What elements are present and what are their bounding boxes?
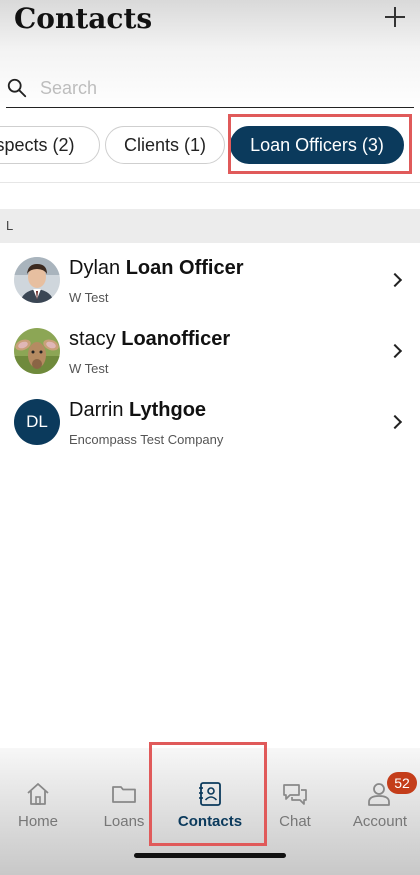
contact-list: Dylan Loan Officer W Test stacy Loanoffi… [0,243,420,456]
nav-label: Chat [279,813,311,830]
nav-item-contacts[interactable]: Contacts [168,778,252,834]
home-indicator[interactable] [134,853,286,858]
nav-label: Loans [103,813,145,830]
contact-first-name: stacy [69,328,116,350]
contact-name: Darrin Lythgoe [69,399,206,422]
list-item[interactable]: DL Darrin Lythgoe Encompass Test Company [0,385,420,456]
notification-badge: 52 [387,772,417,794]
avatar [14,257,60,303]
list-item[interactable]: Dylan Loan Officer W Test [0,243,420,314]
chevron-right-icon [387,272,403,288]
contact-first-name: Darrin [69,399,124,421]
contact-name: Dylan Loan Officer [69,257,244,280]
contacts-book-icon [199,782,221,806]
search-icon [7,78,27,98]
divider [0,182,420,183]
search-bar [6,68,414,108]
avatar-initials: DL [14,399,60,445]
nav-item-home[interactable]: Home [0,778,80,834]
contact-last-name: Loanofficer [121,328,231,350]
filter-chip-prospects[interactable]: ospects (2) [0,126,100,164]
home-icon [27,783,49,805]
contact-first-name: Dylan [69,257,121,279]
nav-label: Contacts [177,813,243,830]
contact-last-name: Lythgoe [129,399,207,421]
contact-company: Encompass Test Company [69,432,224,447]
contact-company: W Test [69,290,109,305]
folder-icon [112,786,136,803]
nav-label: Account [352,813,408,830]
chat-icon [283,784,307,805]
contact-last-name: Loan Officer [125,257,244,279]
contact-name: stacy Loanofficer [69,328,230,351]
avatar-photo-man-icon [14,257,60,303]
filter-chips: ospects (2) Clients (1) Loan Officers (3… [0,126,420,166]
nav-label: Home [17,813,58,830]
chevron-right-icon [387,414,403,430]
add-contact-button[interactable] [384,6,406,28]
avatar-photo-deer-icon [14,328,60,374]
avatar [14,328,60,374]
contact-company: W Test [69,361,109,376]
filter-chip-loan-officers[interactable]: Loan Officers (3) [230,126,404,164]
filter-chip-clients[interactable]: Clients (1) [105,126,225,164]
nav-item-loans[interactable]: Loans [82,778,166,834]
header: Contacts [0,0,420,44]
nav-item-account[interactable]: 52 Account [338,772,420,834]
chevron-right-icon [387,343,403,359]
nav-item-chat[interactable]: Chat [253,778,337,834]
search-input[interactable] [40,74,400,102]
section-header: L [0,209,420,243]
page-title: Contacts [14,2,153,35]
list-item[interactable]: stacy Loanofficer W Test [0,314,420,385]
